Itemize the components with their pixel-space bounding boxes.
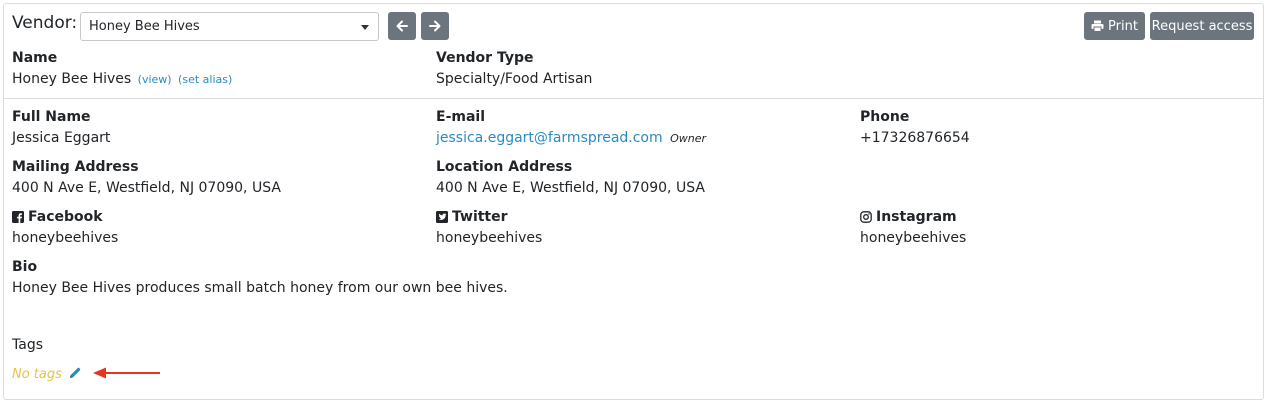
facebook-heading: Facebook bbox=[12, 209, 103, 225]
instagram-label: Instagram bbox=[876, 209, 957, 225]
vendor-type-label: Vendor Type bbox=[436, 50, 534, 66]
location-address-label: Location Address bbox=[436, 159, 573, 175]
email-row: jessica.eggart@farmspread.com Owner bbox=[436, 130, 706, 146]
twitter-label: Twitter bbox=[452, 209, 508, 225]
phone-label: Phone bbox=[860, 109, 910, 125]
facebook-icon bbox=[12, 211, 24, 223]
instagram-icon bbox=[860, 211, 872, 223]
no-tags-text: No tags bbox=[12, 367, 62, 382]
email-label: E-mail bbox=[436, 109, 486, 125]
name-value-row: Honey Bee Hives (view) (set alias) bbox=[12, 71, 232, 87]
facebook-value: honeybeehives bbox=[12, 230, 119, 246]
instagram-value: honeybeehives bbox=[860, 230, 967, 246]
printer-icon bbox=[1091, 20, 1104, 32]
print-button[interactable]: Print bbox=[1084, 12, 1145, 40]
caret-down-icon bbox=[361, 25, 369, 30]
pencil-icon[interactable] bbox=[68, 366, 82, 380]
section-divider bbox=[4, 98, 1264, 99]
email-link[interactable]: jessica.eggart@farmspread.com bbox=[436, 130, 663, 146]
email-role: Owner bbox=[670, 132, 707, 145]
tags-label: Tags bbox=[12, 337, 43, 353]
bio-value: Honey Bee Hives produces small batch hon… bbox=[12, 280, 508, 296]
arrow-right-icon bbox=[429, 20, 441, 32]
set-alias-link[interactable]: (set alias) bbox=[178, 73, 232, 86]
previous-vendor-button[interactable] bbox=[388, 12, 416, 40]
name-label: Name bbox=[12, 50, 58, 66]
view-link[interactable]: (view) bbox=[138, 73, 172, 86]
vendor-label: Vendor: bbox=[12, 13, 78, 33]
vendor-select-value: Honey Bee Hives bbox=[89, 19, 200, 34]
twitter-icon bbox=[436, 211, 448, 223]
vendor-select[interactable]: Honey Bee Hives bbox=[80, 12, 379, 41]
print-label: Print bbox=[1108, 18, 1138, 34]
request-access-button[interactable]: Request access bbox=[1150, 12, 1254, 40]
twitter-heading: Twitter bbox=[436, 209, 508, 225]
no-tags-row: No tags bbox=[12, 366, 82, 382]
vendor-type-value: Specialty/Food Artisan bbox=[436, 71, 593, 87]
next-vendor-button[interactable] bbox=[421, 12, 449, 40]
arrow-left-icon bbox=[396, 20, 408, 32]
twitter-value: honeybeehives bbox=[436, 230, 543, 246]
full-name-value: Jessica Eggart bbox=[12, 130, 111, 146]
facebook-label: Facebook bbox=[28, 209, 103, 225]
annotation-arrow-icon bbox=[93, 367, 160, 379]
phone-value: +17326876654 bbox=[860, 130, 970, 146]
mailing-address-label: Mailing Address bbox=[12, 159, 139, 175]
location-address-value: 400 N Ave E, Westfield, NJ 07090, USA bbox=[436, 180, 705, 196]
full-name-label: Full Name bbox=[12, 109, 91, 125]
vendor-name: Honey Bee Hives bbox=[12, 71, 132, 87]
vendor-card bbox=[3, 3, 1264, 400]
request-access-label: Request access bbox=[1151, 18, 1253, 34]
mailing-address-value: 400 N Ave E, Westfield, NJ 07090, USA bbox=[12, 180, 281, 196]
instagram-heading: Instagram bbox=[860, 209, 957, 225]
bio-label: Bio bbox=[12, 259, 38, 275]
